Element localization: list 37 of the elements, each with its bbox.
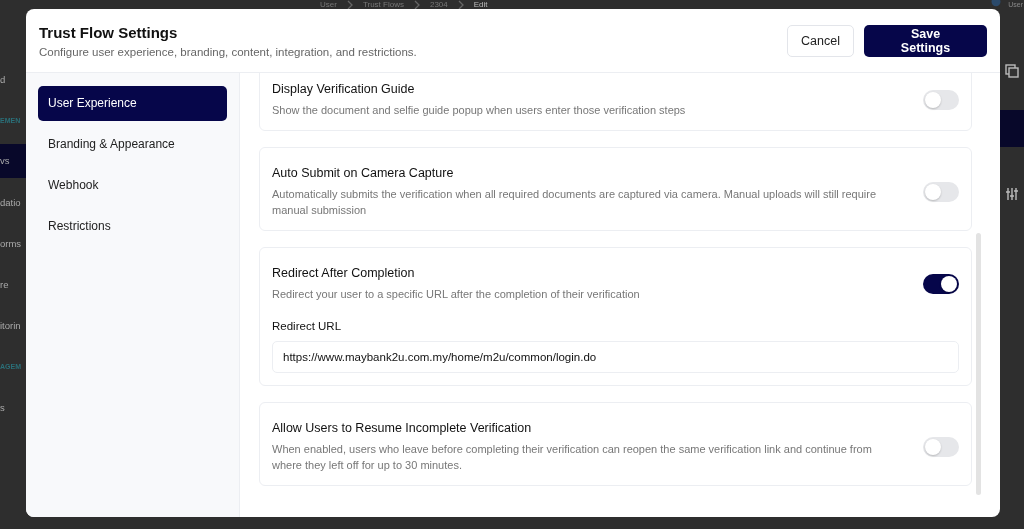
sidebar-item[interactable]: itorin [0, 305, 26, 346]
setting-description: When enabled, users who leave before completing their verification can reopen the same verification link and continue from where they left off for up to 30 minutes. [272, 442, 873, 473]
toggle-switch[interactable] [923, 437, 959, 457]
save-settings-button[interactable]: Save Settings [864, 24, 987, 57]
setting-description: Redirect your user to a specific URL after the completion of their verification [272, 287, 641, 302]
url-input[interactable]: https://www.maybank2u.com.my/home/m2u/common/login.do [272, 341, 959, 373]
dialog-title: Trust Flow Settings [39, 23, 179, 41]
scrollbar[interactable] [976, 233, 981, 495]
toggle-switch[interactable] [923, 274, 959, 294]
setting-title: Auto Submit on Camera Capture [272, 166, 455, 180]
setting-description: Automatically submits the verification when all required documents are captured via camera. Manual uploads will still require manual submission [272, 187, 878, 218]
sidebar-item[interactable]: vs [0, 144, 26, 178]
nav-item[interactable]: Webhook [38, 168, 227, 203]
nav-item[interactable]: Restrictions [38, 209, 227, 244]
nav-item[interactable]: Branding & Appearance [38, 127, 227, 162]
setting-title: Allow Users to Resume Incomplete Verification [272, 421, 533, 435]
setting-title: Redirect After Completion [272, 266, 416, 280]
sidebar-item[interactable]: orms [0, 223, 26, 264]
toggle-switch[interactable] [923, 90, 959, 110]
chevron-icon [413, 0, 420, 9]
copy-icon[interactable] [1005, 64, 1019, 78]
setting-title: Display Verification Guide [272, 82, 416, 96]
breadcrumb-item[interactable]: Edit [473, 0, 488, 9]
sidebar-item[interactable]: re [0, 264, 26, 305]
sliders-icon[interactable] [1005, 187, 1019, 201]
selected-row [1000, 110, 1024, 147]
chevron-icon [346, 0, 353, 9]
setting-description: Show the document and selfie guide popup when users enter those verification steps [272, 103, 687, 118]
sidebar-item[interactable]: datio [0, 182, 26, 223]
field-label: Redirect URL [272, 320, 343, 332]
dialog-subtitle: Configure user experience, branding, content, integration, and restrictions. [39, 45, 418, 58]
nav-item[interactable]: User Experience [38, 86, 227, 121]
sidebar-item[interactable]: d [0, 59, 26, 100]
chevron-icon [457, 0, 464, 9]
sidebar-item[interactable]: s [0, 387, 26, 428]
cancel-button[interactable]: Cancel [787, 24, 854, 57]
toggle-switch[interactable] [923, 182, 959, 202]
